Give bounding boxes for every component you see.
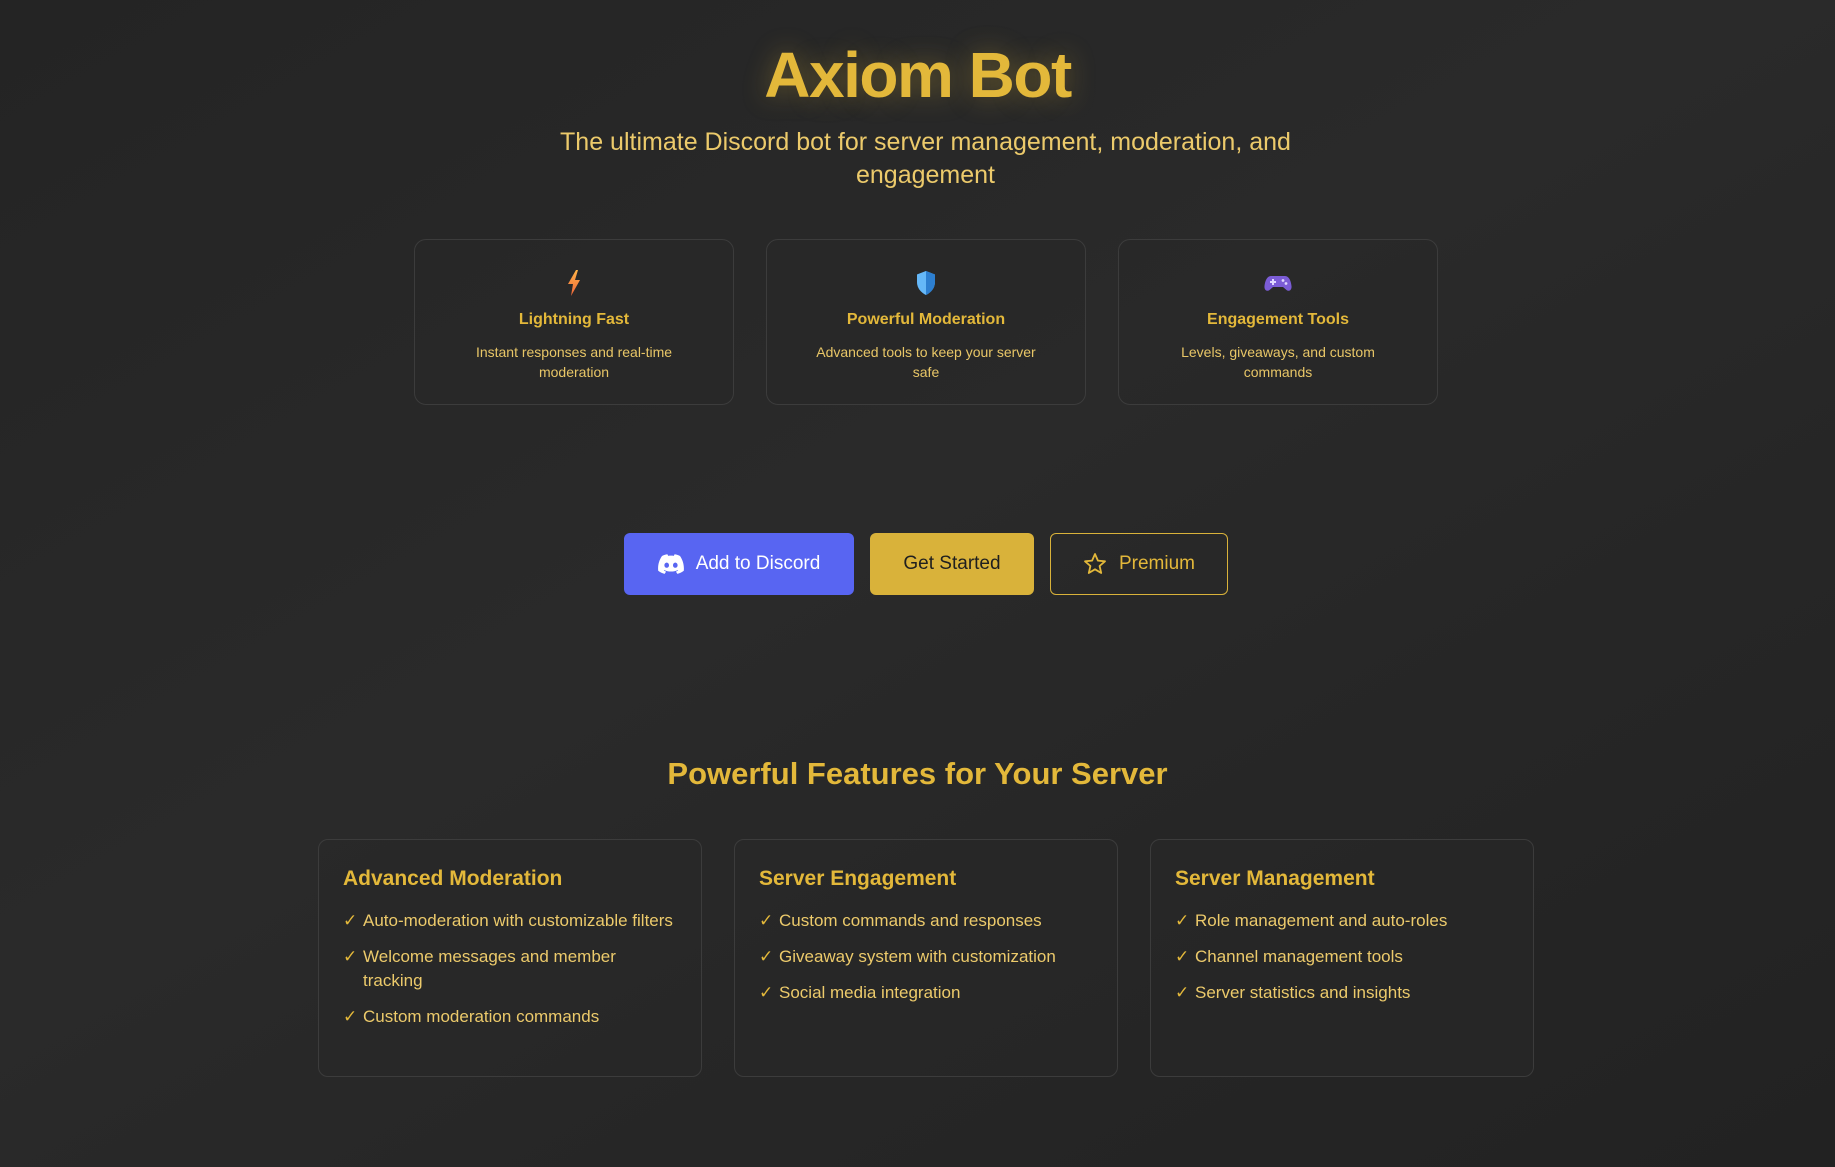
feature-card-management: Server Management ✓ Role management and a… bbox=[1150, 839, 1534, 1077]
lightning-icon bbox=[415, 268, 733, 298]
get-started-label: Get Started bbox=[903, 553, 1001, 574]
check-icon: ✓ bbox=[759, 983, 774, 1002]
page-title: Axiom Bot bbox=[764, 39, 1072, 111]
feature-item: ✓ Role management and auto-roles bbox=[1175, 909, 1509, 933]
check-icon: ✓ bbox=[759, 911, 774, 930]
feature-item: ✓ Custom moderation commands bbox=[343, 1005, 677, 1029]
feature-item: ✓ Channel management tools bbox=[1175, 945, 1509, 969]
highlight-desc: Advanced tools to keep your server safe bbox=[816, 344, 1036, 380]
check-icon: ✓ bbox=[759, 947, 774, 966]
feature-item: ✓ Custom commands and responses bbox=[759, 909, 1093, 933]
feature-item: ✓ Auto-moderation with customizable filte… bbox=[343, 909, 677, 933]
feature-item: ✓ Giveaway system with customization bbox=[759, 945, 1093, 969]
highlight-card-moderation: Powerful Moderation Advanced tools to ke… bbox=[766, 239, 1086, 405]
page-subtitle: The ultimate Discord bot for server mana… bbox=[560, 128, 1291, 189]
premium-button[interactable]: Premium bbox=[1050, 533, 1228, 595]
check-icon: ✓ bbox=[343, 911, 358, 930]
discord-icon bbox=[657, 554, 684, 574]
highlight-title: Engagement Tools bbox=[1207, 311, 1349, 328]
highlight-title: Powerful Moderation bbox=[846, 311, 1006, 328]
highlight-desc: Instant responses and real-time moderati… bbox=[475, 344, 673, 380]
check-icon: ✓ bbox=[343, 947, 358, 966]
add-to-discord-label: Add to Discord bbox=[695, 553, 821, 574]
feature-card-engagement: Server Engagement ✓ Custom commands and r… bbox=[734, 839, 1118, 1077]
check-icon: ✓ bbox=[343, 1007, 358, 1026]
feature-card-title: Server Management bbox=[1175, 867, 1375, 890]
check-icon: ✓ bbox=[1175, 911, 1190, 930]
feature-card-moderation: Advanced Moderation ✓ Auto-moderation wit… bbox=[318, 839, 702, 1077]
feature-item: ✓ Social media integration bbox=[759, 981, 1093, 1005]
feature-item: ✓ Server statistics and insights bbox=[1175, 981, 1509, 1005]
gamepad-icon bbox=[1119, 268, 1437, 298]
add-to-discord-button[interactable]: Add to Discord bbox=[624, 533, 854, 595]
check-icon: ✓ bbox=[1175, 947, 1190, 966]
premium-label: Premium bbox=[1118, 553, 1195, 574]
get-started-button[interactable]: Get Started bbox=[870, 533, 1034, 595]
highlight-card-speed: Lightning Fast Instant responses and rea… bbox=[414, 239, 734, 405]
shield-icon bbox=[767, 268, 1085, 298]
highlight-card-engagement: Engagement Tools Levels, giveaways, and … bbox=[1118, 239, 1438, 405]
feature-card-title: Server Engagement bbox=[759, 867, 957, 890]
feature-item: ✓ Welcome messages and member tracking bbox=[343, 947, 616, 990]
features-heading: Powerful Features for Your Server bbox=[667, 756, 1168, 791]
star-icon bbox=[1084, 553, 1106, 574]
check-icon: ✓ bbox=[1175, 983, 1190, 1002]
highlight-title: Lightning Fast bbox=[518, 311, 630, 328]
highlight-desc: Levels, giveaways, and custom commands bbox=[1181, 344, 1375, 380]
feature-card-title: Advanced Moderation bbox=[343, 867, 563, 890]
